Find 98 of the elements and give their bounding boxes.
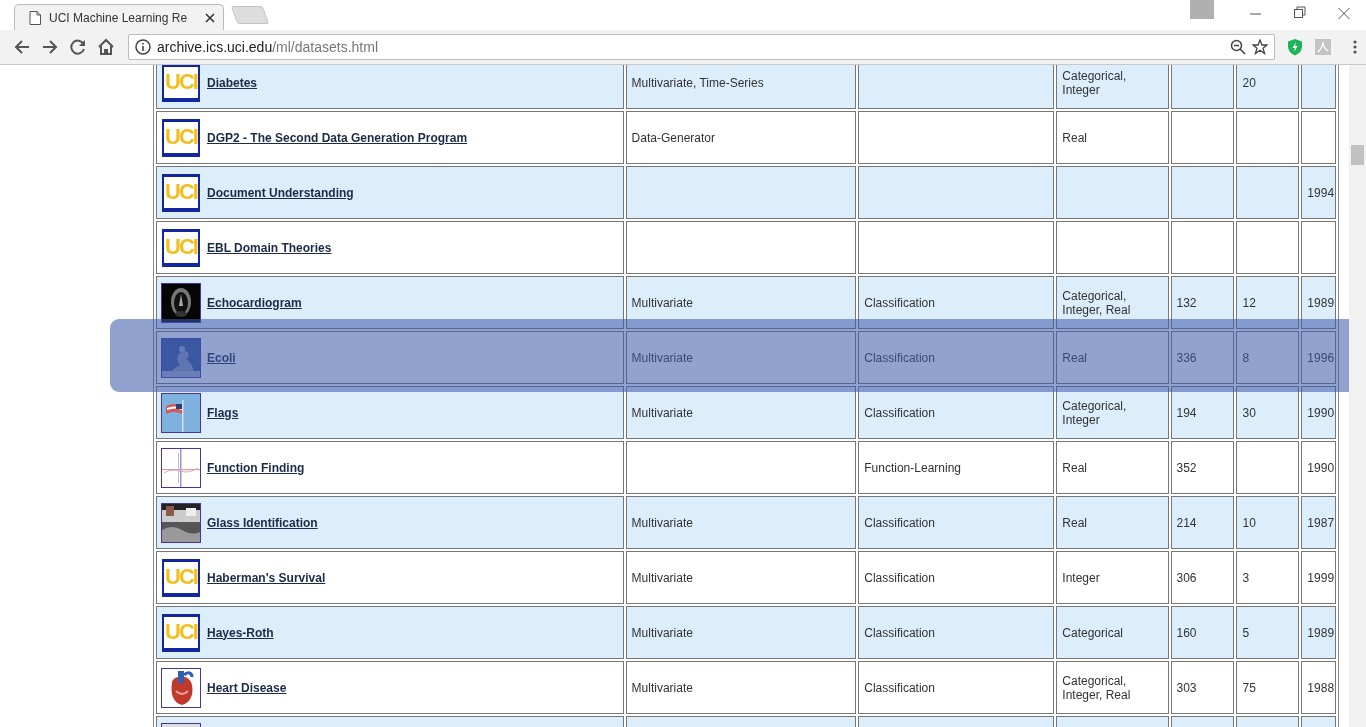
- table-cell-text: Real: [1062, 460, 1087, 475]
- table-cell-text: 1999: [1307, 570, 1335, 585]
- table-cell-text: 20: [1242, 75, 1256, 90]
- info-icon: [135, 39, 151, 55]
- url-text: archive.ics.uci.edu/ml/datasets.html: [157, 39, 379, 55]
- table-cell-text: 352: [1176, 460, 1197, 475]
- table-cell-text: 1989: [1307, 295, 1335, 310]
- table-row[interactable]: UCI Document Understanding 1994: [156, 166, 1336, 219]
- table-cell-text: Classification: [864, 405, 935, 420]
- back-icon[interactable]: [13, 38, 31, 56]
- table-cell-text: Categorical, Integer, Real: [1062, 288, 1131, 317]
- table-cell-text: Integer: [1062, 570, 1100, 585]
- table-row[interactable]: UCI Haberman's Survival Multivariate Classification Integer 306 3 1999: [156, 551, 1336, 604]
- table-cell-text: 306: [1176, 570, 1197, 585]
- table-cell-text: 10: [1242, 515, 1256, 530]
- table-cell-text: 1989: [1307, 625, 1335, 640]
- table-cell-text: Categorical: [1062, 625, 1124, 640]
- browser-tab[interactable]: UCI Machine Learning Re: [14, 4, 224, 30]
- table-cell-text: Classification: [864, 350, 935, 365]
- table-row[interactable]: Flags Multivariate Classification Categorical, Integer 194 30 1990: [156, 386, 1336, 439]
- reload-icon[interactable]: [69, 38, 87, 56]
- table-cell-text: 303: [1176, 680, 1197, 695]
- table-row[interactable]: UCI DGP2 - The Second Data Generation Program Data-Generator Real: [156, 111, 1336, 164]
- dataset-link[interactable]: Hayes-Roth: [207, 625, 274, 640]
- table-cell-text: 1990: [1307, 460, 1335, 475]
- table-cell-text: 1996: [1307, 350, 1335, 365]
- uci-logo: UCI: [162, 228, 200, 267]
- table-row[interactable]: UCI Hayes-Roth Multivariate Classification Categorical 160 5 1989: [156, 606, 1336, 659]
- table-cell-text: 8: [1242, 350, 1250, 365]
- dataset-link[interactable]: Heart Disease: [207, 680, 287, 695]
- table-cell-text: 1990: [1307, 405, 1335, 420]
- table-cell-text: Function-Learning: [864, 460, 961, 475]
- star-icon[interactable]: [1252, 39, 1268, 55]
- table-cell-text: 160: [1176, 625, 1197, 640]
- table-cell-text: 1988: [1307, 680, 1335, 695]
- table-cell-text: Classification: [864, 570, 935, 585]
- table-cell-text: Categorical, Integer: [1062, 398, 1127, 427]
- table-row[interactable]: Heart Disease Multivariate Classification Categorical, Integer, Real 303 75 1988: [156, 661, 1336, 714]
- table-cell-text: 75: [1242, 680, 1256, 695]
- dataset-link[interactable]: Echocardiogram: [207, 295, 302, 310]
- uci-logo: UCI: [162, 173, 200, 212]
- table-row[interactable]: Glass Identification Multivariate Classification Real 214 10 1987: [156, 496, 1336, 549]
- zoom-out-icon[interactable]: [1230, 39, 1246, 55]
- scrollbar-thumb[interactable]: [1351, 145, 1364, 165]
- table-cell-text: Multivariate, Time-Series: [631, 75, 764, 90]
- table-cell-text: Classification: [864, 625, 935, 640]
- table-cell-text: Multivariate: [631, 680, 693, 695]
- table-cell-text: Multivariate: [631, 405, 693, 420]
- dataset-link[interactable]: DGP2 - The Second Data Generation Program: [207, 130, 468, 145]
- uci-logo: UCI: [162, 65, 200, 102]
- table-cell-text: 5: [1242, 625, 1250, 640]
- table-cell-text: 1987: [1307, 515, 1335, 530]
- table-cell-text: Classification: [864, 295, 935, 310]
- dataset-link[interactable]: Function Finding: [207, 460, 305, 475]
- dataset-link[interactable]: Haberman's Survival: [207, 570, 326, 585]
- table-row[interactable]: UCI Diabetes Multivariate, Time-Series Categorical, Integer 20: [156, 65, 1336, 109]
- dataset-link[interactable]: EBL Domain Theories: [207, 240, 332, 255]
- table-cell-text: Multivariate: [631, 625, 693, 640]
- menu-icon[interactable]: [1353, 39, 1357, 55]
- table-cell-text: Multivariate: [631, 515, 693, 530]
- table-cell-text: 1994: [1307, 185, 1335, 200]
- table-row[interactable]: Echocardiogram Multivariate Classification Categorical, Integer, Real 132 12 1989: [156, 276, 1336, 329]
- dataset-link[interactable]: Ecoli: [207, 350, 236, 365]
- forward-icon[interactable]: [41, 38, 59, 56]
- close-icon[interactable]: [205, 12, 215, 23]
- shield-icon[interactable]: [1287, 38, 1303, 56]
- dataset-link[interactable]: Glass Identification: [207, 515, 318, 530]
- table-cell-text: Multivariate: [631, 570, 693, 585]
- table-cell-text: Real: [1062, 350, 1087, 365]
- table-cell-text: 3: [1242, 570, 1250, 585]
- home-icon[interactable]: [97, 38, 115, 56]
- uci-logo: UCI: [162, 558, 200, 597]
- tab-title: UCI Machine Learning Re: [49, 10, 189, 25]
- table-row[interactable]: UCI EBL Domain Theories: [156, 221, 1336, 274]
- table-cell-text: Categorical, Integer, Real: [1062, 673, 1131, 702]
- table-cell-text: 132: [1176, 295, 1197, 310]
- table-cell-text: Data-Generator: [631, 130, 715, 145]
- uci-logo: UCI: [162, 613, 200, 652]
- table-cell-text: Real: [1062, 515, 1087, 530]
- table-cell-text: 214: [1176, 515, 1197, 530]
- table-cell-text: 12: [1242, 295, 1256, 310]
- dataset-link[interactable]: Diabetes: [207, 75, 258, 90]
- table-cell-text: 336: [1176, 350, 1197, 365]
- table-cell-text: Multivariate: [631, 295, 693, 310]
- scrollbar[interactable]: [1349, 65, 1366, 727]
- dataset-link[interactable]: Flags: [207, 405, 239, 420]
- table-cell-text: Real: [1062, 130, 1087, 145]
- table-cell-text: 194: [1176, 405, 1197, 420]
- table-cell-text: Categorical, Integer: [1062, 68, 1127, 97]
- table-cell-text: Classification: [864, 680, 935, 695]
- table-cell-text: 30: [1242, 405, 1256, 420]
- uci-logo: UCI: [162, 118, 200, 157]
- address-bar[interactable]: archive.ics.uci.edu/ml/datasets.html: [128, 34, 1275, 60]
- table-row[interactable]: Function Finding Function-Learning Real 352 1990: [156, 441, 1336, 494]
- table-cell-text: Classification: [864, 515, 935, 530]
- dataset-link[interactable]: Document Understanding: [207, 185, 354, 200]
- table-cell-text: Multivariate: [631, 350, 693, 365]
- page-icon: [29, 10, 41, 25]
